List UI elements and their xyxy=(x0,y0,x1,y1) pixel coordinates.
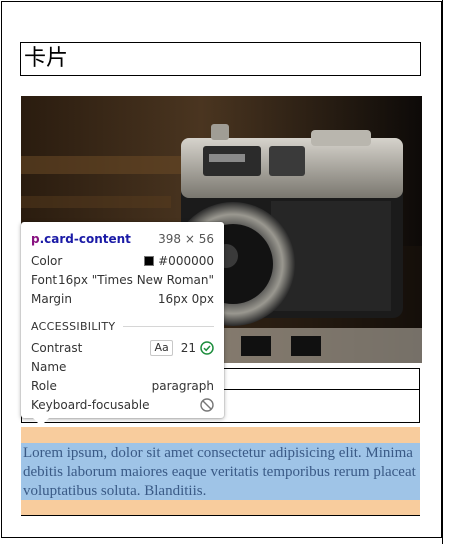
role-row: Role paragraph xyxy=(31,377,214,394)
inspect-tooltip: p.card-content 398 × 56 Color #000000 Fo… xyxy=(21,222,224,426)
color-swatch-icon xyxy=(144,255,155,266)
check-circle-icon xyxy=(200,340,214,355)
element-selector: p.card-content xyxy=(31,232,131,246)
section-divider xyxy=(123,325,214,327)
accessibility-heading: ACCESSIBILITY xyxy=(31,319,214,333)
card-content: Lorem ipsum, dolor sit amet consectetur … xyxy=(21,443,420,500)
focusable-label: Keyboard-focusable xyxy=(31,397,150,412)
role-label: Role xyxy=(31,378,57,393)
name-row: Name xyxy=(31,358,214,375)
focusable-row: Keyboard-focusable xyxy=(31,396,214,413)
font-row: Font 16px "Times New Roman" xyxy=(31,271,214,288)
not-focusable-icon xyxy=(200,397,214,412)
role-value: paragraph xyxy=(151,378,214,393)
name-label: Name xyxy=(31,359,67,374)
color-value: #000000 xyxy=(158,253,214,268)
selector-class: .card-content xyxy=(39,231,131,246)
selector-tag: p xyxy=(31,231,40,246)
font-label: Font xyxy=(31,272,58,287)
contrast-row: Contrast Aa 21 xyxy=(31,339,214,356)
contrast-label: Contrast xyxy=(31,340,83,355)
margin-top-overlay xyxy=(21,427,420,443)
contrast-value: 21 xyxy=(180,340,196,355)
color-row: Color #000000 xyxy=(31,252,214,269)
margin-bottom-overlay xyxy=(21,500,420,516)
tooltip-arrow xyxy=(33,418,49,426)
font-value: 16px "Times New Roman" xyxy=(57,272,214,287)
margin-value: 16px 0px xyxy=(157,291,214,306)
element-dimensions: 398 × 56 xyxy=(158,231,214,246)
margin-row: Margin 16px 0px xyxy=(31,290,214,307)
card-content-text: Lorem ipsum, dolor sit amet consectetur … xyxy=(23,445,416,499)
color-label: Color xyxy=(31,253,63,268)
viewport-edge xyxy=(442,0,455,544)
page-heading-box: 卡片 xyxy=(20,42,421,76)
margin-label: Margin xyxy=(31,291,72,306)
accessibility-heading-text: ACCESSIBILITY xyxy=(31,319,116,333)
contrast-sample-badge: Aa xyxy=(150,339,173,356)
tooltip-header: p.card-content 398 × 56 xyxy=(31,230,214,247)
page-title: 卡片 xyxy=(24,46,69,71)
